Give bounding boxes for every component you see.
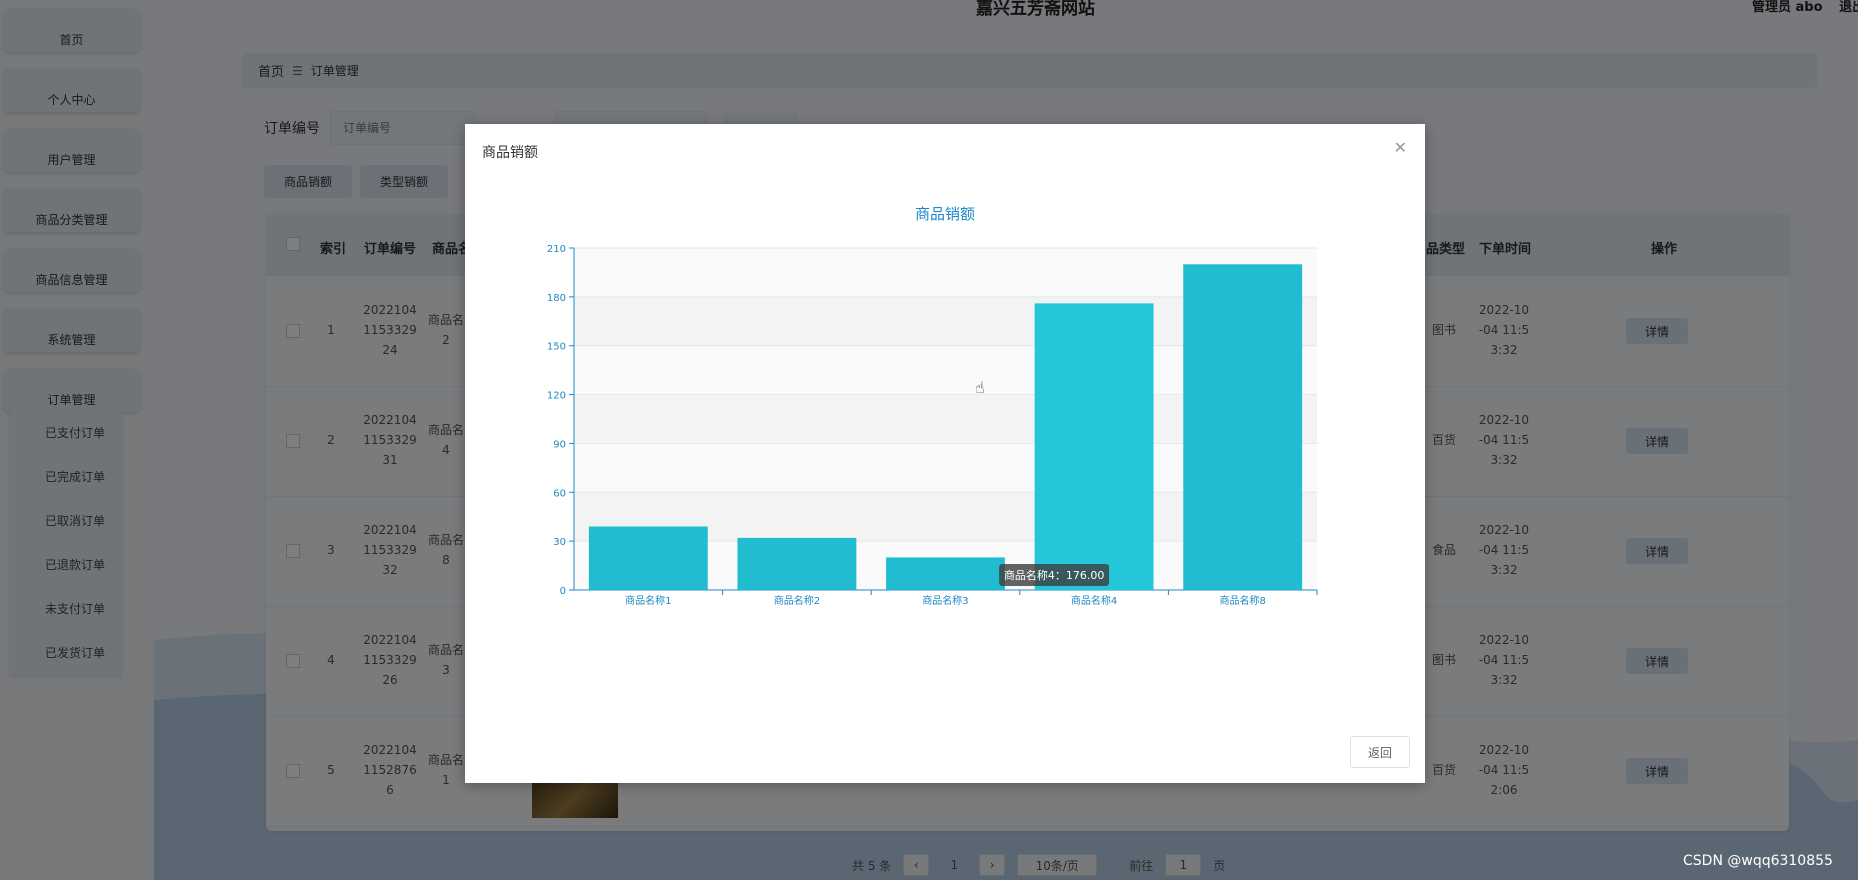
return-button[interactable]: 返回 [1350,736,1410,768]
y-tick-label: 60 [553,488,566,499]
watermark: CSDN @wqq6310855 [1683,853,1833,869]
y-tick-label: 90 [553,439,566,450]
sales-dialog: 商品销额 ✕ 商品销额 0 30 60 90 120 150 180 210 商品名称1 商品名称2… [465,124,1425,783]
x-tick-label: 商品名称3 [922,594,968,607]
bar [886,557,1005,590]
y-tick-label: 0 [560,586,566,597]
hand-cursor-icon: ☝ [975,378,985,397]
bar [1183,264,1303,590]
chart-title: 商品销额 [915,205,975,223]
y-tick-label: 150 [547,342,566,353]
x-tick-label: 商品名称2 [774,594,820,607]
x-tick-label: 商品名称8 [1220,594,1266,607]
dialog-title: 商品销额 [482,145,538,161]
y-tick-label: 120 [547,391,566,402]
y-tick-label: 210 [547,244,566,255]
y-tick-label: 30 [553,537,566,548]
bar [737,537,857,590]
y-tick-label: 180 [547,293,566,304]
x-tick-label: 商品名称1 [625,594,671,607]
chart-tooltip: 商品名称4：176.00 [1004,568,1105,582]
sales-bar-chart: 商品销额 0 30 60 90 120 150 180 210 商品名称1 商品名称2 商品名称3 商品… [547,205,1318,607]
bar [588,526,708,590]
close-icon[interactable]: ✕ [1394,138,1407,157]
x-tick-label: 商品名称4 [1071,594,1117,607]
bar [1034,303,1154,590]
